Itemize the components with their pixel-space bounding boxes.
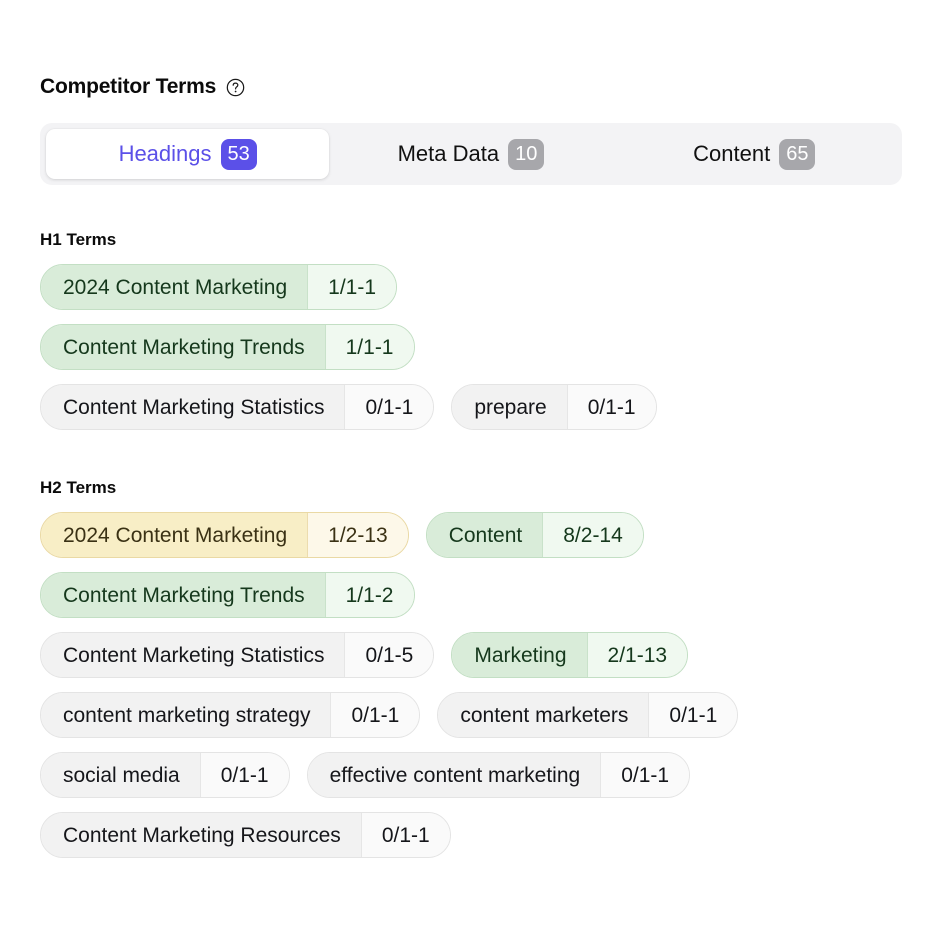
term-chip-label: Content Marketing Statistics bbox=[41, 385, 345, 429]
term-chip-label: content marketers bbox=[438, 693, 649, 737]
term-chip[interactable]: 2024 Content Marketing 1/1-1 bbox=[40, 264, 398, 310]
term-chip-label: Content Marketing Trends bbox=[41, 325, 325, 369]
term-chip-count: 0/1-1 bbox=[566, 385, 656, 429]
term-chip-label: prepare bbox=[452, 385, 567, 429]
term-chip-label: Marketing bbox=[452, 633, 587, 677]
term-chip-count: 0/1-1 bbox=[648, 693, 738, 737]
tab-bar: Headings 53 Meta Data 10 Content 65 bbox=[40, 123, 902, 185]
tab-content-label: Content bbox=[693, 141, 771, 166]
term-chip-count: 0/1-1 bbox=[360, 813, 450, 857]
term-chip-count: 0/1-5 bbox=[344, 633, 434, 677]
term-chip[interactable]: Content Marketing Trends 1/1-1 bbox=[40, 324, 415, 370]
term-chip-label: effective content marketing bbox=[307, 753, 601, 797]
term-chip-label: 2024 Content Marketing bbox=[41, 513, 308, 557]
section-h2-terms: H2 Terms 2024 Content Marketing 1/2-13 Con… bbox=[40, 479, 902, 860]
tab-headings-count: 53 bbox=[220, 138, 257, 170]
term-chip-row: 2024 Content Marketing 1/2-13 Content 8/2-1… bbox=[40, 510, 902, 560]
term-chip[interactable]: content marketing strategy 0/1-1 bbox=[40, 692, 421, 738]
term-chip-label: Content Marketing Statistics bbox=[41, 633, 345, 677]
question-circle-icon[interactable] bbox=[226, 78, 245, 97]
term-chip[interactable]: Content Marketing Statistics 0/1-5 bbox=[40, 632, 435, 678]
tab-content-count: 65 bbox=[779, 138, 816, 170]
tab-headings[interactable]: Headings 53 bbox=[46, 129, 330, 179]
tab-meta-data-label: Meta Data bbox=[397, 141, 500, 166]
term-chip-row: Content Marketing Trends 1/1-1 bbox=[40, 322, 902, 372]
term-chip-label: content marketing strategy bbox=[41, 693, 331, 737]
term-chip-count: 0/1-1 bbox=[330, 693, 420, 737]
section-h1-terms: H1 Terms 2024 Content Marketing 1/1-1 Cont… bbox=[40, 231, 902, 432]
section-h1-title: H1 Terms bbox=[40, 230, 117, 249]
term-chip-row: Content Marketing Trends 1/1-2 bbox=[40, 570, 902, 620]
term-chip-row: social media 0/1-1 effective content marke… bbox=[40, 750, 902, 800]
term-chip-count: 1/1-1 bbox=[324, 325, 414, 369]
term-chip-row: content marketing strategy 0/1-1 content m… bbox=[40, 690, 902, 740]
term-chip-label: social media bbox=[41, 753, 200, 797]
term-chip-count: 8/2-14 bbox=[542, 513, 643, 557]
term-chip-count: 0/1-1 bbox=[199, 753, 289, 797]
term-chip-count: 0/1-1 bbox=[344, 385, 434, 429]
term-chip-row: Content Marketing Statistics 0/1-1 prepare… bbox=[40, 382, 902, 432]
h2-term-list: 2024 Content Marketing 1/2-13 Content 8/2-1… bbox=[40, 510, 902, 860]
term-chip[interactable]: 2024 Content Marketing 1/2-13 bbox=[40, 512, 409, 558]
term-chip-count: 2/1-13 bbox=[586, 633, 688, 677]
tab-headings-label: Headings bbox=[118, 141, 212, 166]
tab-content[interactable]: Content 65 bbox=[613, 129, 896, 179]
tab-meta-data-count: 10 bbox=[508, 138, 545, 170]
term-chip-label: 2024 Content Marketing bbox=[41, 265, 308, 309]
term-chip-count: 1/2-13 bbox=[307, 513, 408, 557]
page-title: Competitor Terms bbox=[40, 74, 217, 98]
term-chip-label: Content Marketing Resources bbox=[41, 813, 361, 857]
term-chip[interactable]: Content Marketing Resources 0/1-1 bbox=[40, 812, 451, 858]
term-chip[interactable]: content marketers 0/1-1 bbox=[437, 692, 739, 738]
tab-meta-data[interactable]: Meta Data 10 bbox=[329, 129, 612, 179]
term-chip-count: 0/1-1 bbox=[600, 753, 690, 797]
term-chip[interactable]: Content Marketing Statistics 0/1-1 bbox=[40, 384, 435, 430]
term-chip[interactable]: prepare 0/1-1 bbox=[451, 384, 657, 430]
term-chip-label: Content bbox=[426, 513, 543, 557]
panel-header: Competitor Terms bbox=[40, 0, 902, 101]
competitor-terms-panel: Competitor Terms Headings 53 Meta Data 1… bbox=[0, 0, 942, 938]
term-chip[interactable]: Marketing 2/1-13 bbox=[451, 632, 689, 678]
h1-term-list: 2024 Content Marketing 1/1-1 Content Marke… bbox=[40, 262, 902, 432]
term-chip[interactable]: Content Marketing Trends 1/1-2 bbox=[40, 572, 415, 618]
term-chip-label: Content Marketing Trends bbox=[41, 573, 325, 617]
section-h2-title: H2 Terms bbox=[40, 478, 117, 497]
term-chip-count: 1/1-2 bbox=[324, 573, 414, 617]
term-chip-count: 1/1-1 bbox=[307, 265, 397, 309]
term-chip-row: 2024 Content Marketing 1/1-1 bbox=[40, 262, 902, 312]
term-chip[interactable]: effective content marketing 0/1-1 bbox=[306, 752, 691, 798]
term-chip-row: Content Marketing Resources 0/1-1 bbox=[40, 810, 902, 860]
term-chip[interactable]: Content 8/2-14 bbox=[425, 512, 644, 558]
term-chip[interactable]: social media 0/1-1 bbox=[40, 752, 290, 798]
term-chip-row: Content Marketing Statistics 0/1-5 Marketi… bbox=[40, 630, 902, 680]
